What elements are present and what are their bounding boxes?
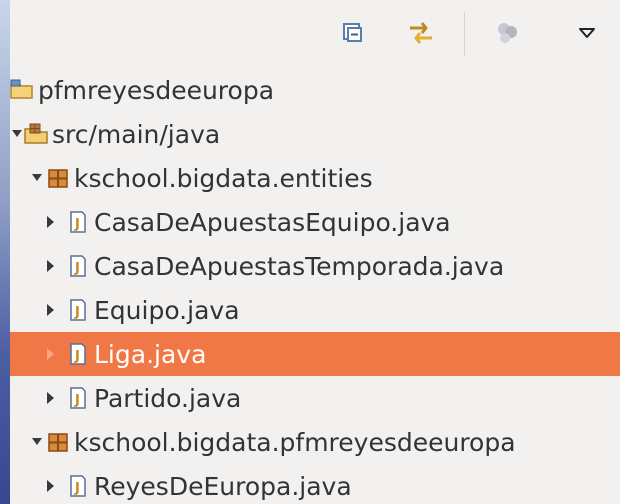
collapse-all-icon (343, 23, 362, 42)
chevron-right-icon (47, 216, 54, 228)
java-file-icon: J (70, 255, 86, 277)
chevron-right-icon (47, 392, 54, 404)
chevron-down-icon (12, 130, 22, 137)
svg-text:J: J (74, 305, 80, 320)
chevron-right-icon (47, 304, 54, 316)
tree-item-package-main[interactable]: kschool.bigdata.pfmreyesdeeuropa (10, 420, 620, 464)
tree-item-java-file[interactable]: J Equipo.java (10, 288, 620, 332)
java-file-icon: J (70, 299, 86, 321)
collapse-all-button[interactable] (336, 16, 370, 50)
java-file-icon: J (70, 387, 86, 409)
tree-item-label: src/main/java (52, 119, 221, 149)
tree-item-label: pfmreyesdeeuropa (38, 75, 275, 105)
chevron-down-icon (32, 438, 42, 445)
expand-toggle[interactable] (44, 200, 58, 244)
expand-toggle[interactable] (44, 464, 58, 504)
svg-text:J: J (74, 261, 80, 276)
expand-toggle[interactable] (44, 376, 58, 420)
tree-item-java-file-selected[interactable]: J Liga.java (10, 332, 620, 376)
expand-toggle[interactable] (44, 244, 58, 288)
java-file-icon: J (70, 211, 86, 233)
expand-toggle[interactable] (30, 420, 44, 464)
chevron-right-icon (47, 260, 54, 272)
link-with-editor-icon (410, 22, 432, 44)
expand-toggle[interactable] (10, 112, 24, 156)
tree-item-label: CasaDeApuestasEquipo.java (94, 207, 451, 237)
source-folder-icon (24, 123, 48, 144)
package-explorer-panel: pfmreyesdeeuropa src/main/java kschool.b… (10, 0, 620, 504)
toolbar-separator (464, 12, 465, 56)
link-with-editor-button[interactable] (404, 16, 438, 50)
tree-item-java-file[interactable]: J CasaDeApuestasEquipo.java (10, 200, 620, 244)
tree-item-label: Liga.java (94, 339, 207, 369)
focus-task-button[interactable] (490, 16, 524, 50)
package-icon (48, 169, 68, 188)
tree-item-label: Equipo.java (94, 295, 240, 325)
tree-item-package-entities[interactable]: kschool.bigdata.entities (10, 156, 620, 200)
tree-item-project[interactable]: pfmreyesdeeuropa (10, 68, 620, 112)
chevron-down-icon (32, 174, 42, 181)
focus-task-icon (498, 23, 517, 43)
chevron-right-icon (47, 348, 54, 360)
svg-text:J: J (74, 393, 80, 408)
tree-item-label: ReyesDeEuropa.java (94, 471, 352, 501)
package-icon (48, 433, 68, 452)
project-icon (10, 79, 33, 99)
tree-item-java-file[interactable]: J ReyesDeEuropa.java (10, 464, 620, 504)
tree-item-label: Partido.java (94, 383, 242, 413)
svg-text:J: J (74, 349, 80, 364)
tree-item-java-file[interactable]: J Partido.java (10, 376, 620, 420)
svg-text:J: J (74, 481, 80, 496)
expand-toggle[interactable] (30, 156, 44, 200)
expand-toggle[interactable] (44, 332, 58, 376)
tree-item-label: CasaDeApuestasTemporada.java (94, 251, 505, 281)
view-toolbar (10, 0, 620, 68)
view-menu-chevron-icon (579, 28, 595, 38)
tree-item-label: kschool.bigdata.entities (74, 163, 373, 193)
tree-item-java-file[interactable]: J CasaDeApuestasTemporada.java (10, 244, 620, 288)
java-file-icon: J (70, 475, 86, 497)
java-file-icon: J (70, 343, 86, 365)
tree-item-source-folder[interactable]: src/main/java (10, 112, 620, 156)
view-menu-button[interactable] (570, 16, 604, 50)
tree-item-label: kschool.bigdata.pfmreyesdeeuropa (74, 427, 516, 457)
chevron-right-icon (47, 480, 54, 492)
svg-text:J: J (74, 217, 80, 232)
expand-toggle[interactable] (44, 288, 58, 332)
